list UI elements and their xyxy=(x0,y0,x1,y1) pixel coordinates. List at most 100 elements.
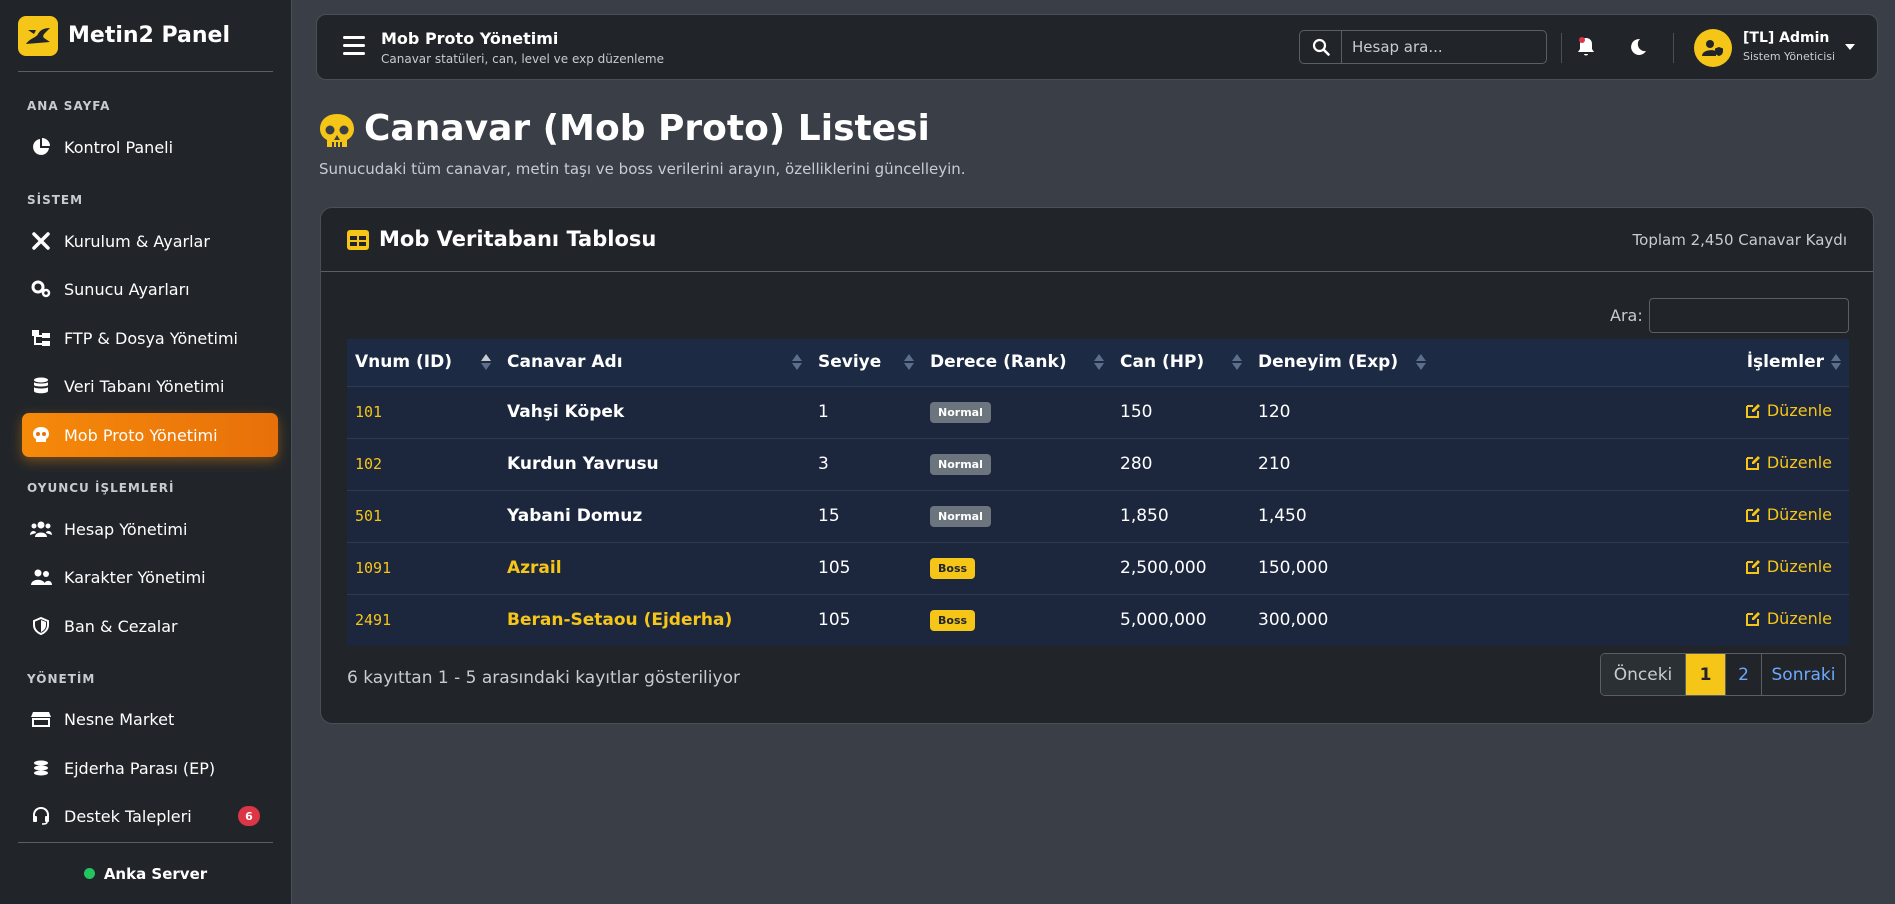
rank-cell: Normal xyxy=(922,438,1112,490)
page-subtitle: Sunucudaki tüm canavar, metin taşı ve bo… xyxy=(319,160,966,178)
notification-bell-icon[interactable] xyxy=(1574,35,1598,59)
card-title: Mob Veritabanı Tablosu xyxy=(379,227,657,251)
sidebar-item-karakter[interactable]: Karakter Yönetimi xyxy=(22,555,278,599)
user-group-icon xyxy=(30,566,52,588)
edit-button[interactable]: Düzenle xyxy=(1745,557,1832,576)
edit-icon xyxy=(1745,560,1760,574)
table-row[interactable]: 501 Yabani Domuz 15 Normal 1,850 1,450 D… xyxy=(347,490,1849,542)
menu-toggle-icon[interactable] xyxy=(343,36,365,56)
pagination: Önceki 1 2 Sonraki xyxy=(1600,653,1846,696)
page-2-button[interactable]: 2 xyxy=(1725,654,1761,695)
vnum-cell: 1091 xyxy=(355,559,392,577)
nav-section-sistem: SİSTEM xyxy=(27,193,84,207)
dark-mode-moon-icon[interactable] xyxy=(1627,36,1649,58)
column-header-hp[interactable]: Can (HP) xyxy=(1112,339,1250,386)
nav-section-ana-sayfa: ANA SAYFA xyxy=(27,99,111,113)
support-count-badge: 6 xyxy=(238,806,260,826)
prev-page-button[interactable]: Önceki xyxy=(1601,654,1685,695)
user-shield-icon xyxy=(1702,40,1723,56)
actions-cell: Düzenle xyxy=(1434,386,1849,438)
sidebar-item-kontrol-paneli[interactable]: Kontrol Paneli xyxy=(22,125,278,169)
table-row[interactable]: 2491 Beran-Setaou (Ejderha) 105 Boss 5,0… xyxy=(347,594,1849,646)
search-button[interactable] xyxy=(1300,31,1342,63)
divider xyxy=(1673,33,1674,63)
search-input[interactable] xyxy=(1342,31,1546,63)
hp-cell: 5,000,000 xyxy=(1120,610,1207,631)
exp-cell: 120 xyxy=(1258,402,1291,422)
users-icon xyxy=(30,518,52,540)
skull-icon xyxy=(318,112,356,150)
sidebar-item-ejderha-parasi[interactable]: Ejderha Parası (EP) xyxy=(22,746,278,790)
sidebar-item-ftp[interactable]: FTP & Dosya Yönetimi xyxy=(22,316,278,360)
user-menu-caret-icon[interactable] xyxy=(1845,44,1855,50)
sidebar-item-label: Ejderha Parası (EP) xyxy=(64,758,216,778)
exp-cell: 300,000 xyxy=(1258,610,1329,631)
column-header-exp[interactable]: Deneyim (Exp) xyxy=(1250,339,1434,386)
column-header-actions[interactable]: İşlemler xyxy=(1434,339,1849,386)
topbar-title: Mob Proto Yönetimi xyxy=(381,29,559,48)
table-row[interactable]: 1091 Azrail 105 Boss 2,500,000 150,000 D… xyxy=(347,542,1849,594)
column-header-level[interactable]: Seviye xyxy=(810,339,922,386)
brand[interactable]: Metin2 Panel xyxy=(18,0,273,72)
vnum-cell: 501 xyxy=(355,507,383,525)
rank-cell: Normal xyxy=(922,490,1112,542)
sort-icon xyxy=(1094,354,1104,370)
vnum-cell: 101 xyxy=(355,403,383,421)
edit-icon xyxy=(1745,456,1760,470)
table-header-row: Vnum (ID) Canavar Adı Seviye Derece (Ran… xyxy=(347,339,1849,386)
edit-button[interactable]: Düzenle xyxy=(1745,453,1832,472)
mob-name-cell: Azrail xyxy=(507,558,562,578)
shield-icon xyxy=(30,615,52,637)
mob-name-cell: Vahşi Köpek xyxy=(507,402,625,422)
rank-cell: Boss xyxy=(922,594,1112,646)
sidebar-item-mob-proto[interactable]: Mob Proto Yönetimi xyxy=(22,413,278,457)
sidebar-item-label: Kontrol Paneli xyxy=(64,137,174,157)
column-header-name[interactable]: Canavar Adı xyxy=(499,339,810,386)
sort-icon xyxy=(1232,354,1242,370)
search-icon xyxy=(1312,38,1330,56)
brand-title: Metin2 Panel xyxy=(68,23,231,48)
table-filter-input[interactable] xyxy=(1649,298,1849,333)
sort-icon xyxy=(1831,354,1841,370)
level-cell: 15 xyxy=(818,506,840,526)
level-cell: 1 xyxy=(818,402,829,422)
mob-name-cell: Yabani Domuz xyxy=(507,506,643,526)
server-name: Anka Server xyxy=(103,864,208,883)
sidebar-item-hesap[interactable]: Hesap Yönetimi xyxy=(22,507,278,551)
sidebar-item-label: Nesne Market xyxy=(64,709,175,729)
sidebar-item-sunucu-ayarlari[interactable]: Sunucu Ayarları xyxy=(22,267,278,311)
edit-icon xyxy=(1745,404,1760,418)
column-header-vnum[interactable]: Vnum (ID) xyxy=(347,339,499,386)
table-row[interactable]: 102 Kurdun Yavrusu 3 Normal 280 210 Düze… xyxy=(347,438,1849,490)
sidebar-item-label: FTP & Dosya Yönetimi xyxy=(64,328,238,348)
topbar: Mob Proto Yönetimi Canavar statüleri, ca… xyxy=(316,14,1878,80)
sort-icon xyxy=(1416,354,1426,370)
sidebar-item-nesne-market[interactable]: Nesne Market xyxy=(22,697,278,741)
account-search xyxy=(1299,30,1547,64)
database-icon xyxy=(30,375,52,397)
rank-badge: Normal xyxy=(930,506,991,527)
pie-chart-icon xyxy=(30,136,52,158)
rank-cell: Boss xyxy=(922,542,1112,594)
level-cell: 3 xyxy=(818,454,829,474)
coins-icon xyxy=(30,757,52,779)
table-row[interactable]: 101 Vahşi Köpek 1 Normal 150 120 Düzenle xyxy=(347,386,1849,438)
exp-cell: 210 xyxy=(1258,454,1291,474)
sidebar-item-veri-tabani[interactable]: Veri Tabanı Yönetimi xyxy=(22,364,278,408)
table-icon xyxy=(347,230,369,250)
sidebar-item-ban[interactable]: Ban & Cezalar xyxy=(22,604,278,648)
sidebar-item-kurulum[interactable]: Kurulum & Ayarlar xyxy=(22,219,278,263)
level-cell: 105 xyxy=(818,558,851,578)
next-page-button[interactable]: Sonraki xyxy=(1761,654,1845,695)
sidebar-item-destek[interactable]: Destek Talepleri 6 xyxy=(22,794,278,838)
hp-cell: 150 xyxy=(1120,402,1153,422)
page-1-button[interactable]: 1 xyxy=(1685,654,1725,695)
avatar[interactable] xyxy=(1694,29,1732,67)
nav-section-yonetim: YÖNETİM xyxy=(27,672,96,686)
edit-button[interactable]: Düzenle xyxy=(1745,401,1832,420)
edit-button[interactable]: Düzenle xyxy=(1745,505,1832,524)
edit-button[interactable]: Düzenle xyxy=(1745,609,1832,628)
table-info: 6 kayıttan 1 - 5 arasındaki kayıtlar gös… xyxy=(347,668,740,688)
column-header-rank[interactable]: Derece (Rank) xyxy=(922,339,1112,386)
user-name[interactable]: [TL] Admin xyxy=(1743,30,1829,46)
